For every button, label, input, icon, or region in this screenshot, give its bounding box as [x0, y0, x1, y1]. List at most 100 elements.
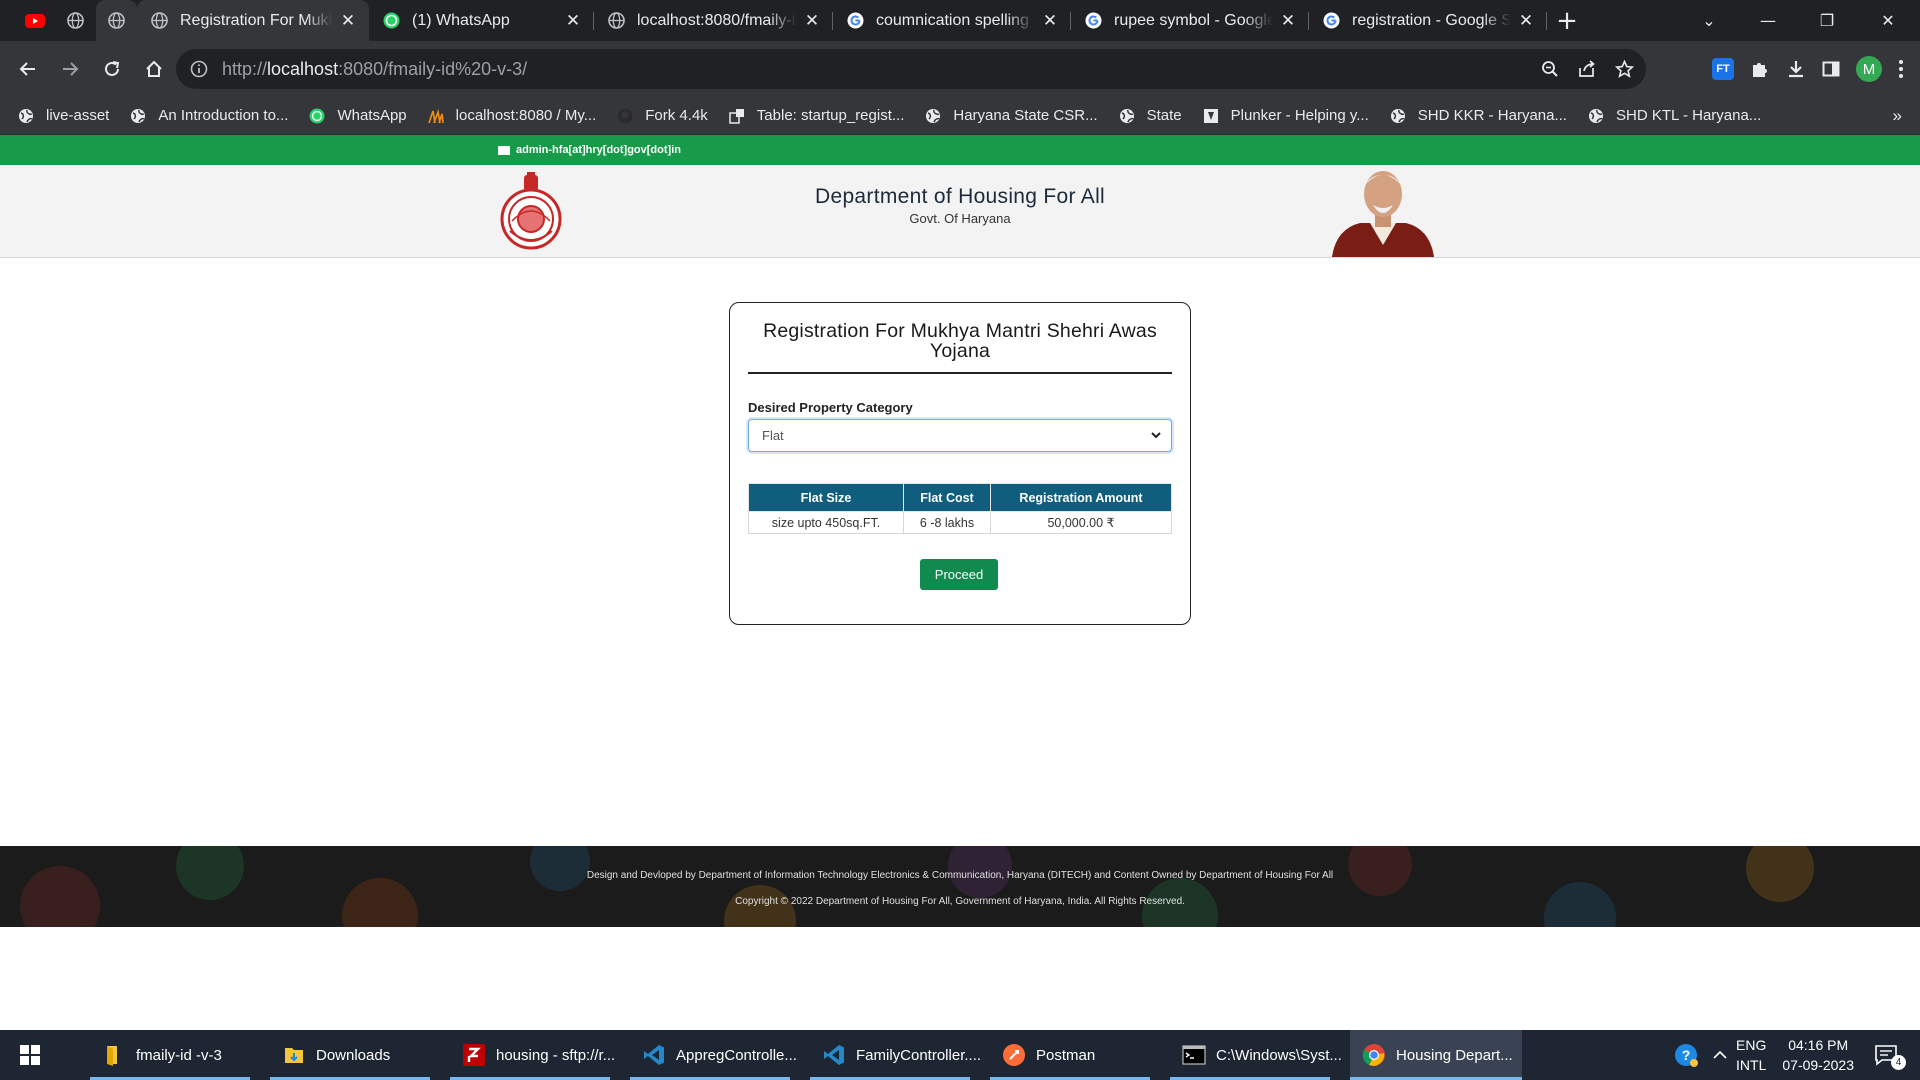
url-scheme: http://	[222, 58, 268, 79]
tab-localhost[interactable]: localhost:8080/fmaily-id%20-v-3/ ✕	[594, 0, 833, 41]
bookmarks-overflow-icon[interactable]: »	[1893, 106, 1902, 126]
bookmark-label: Table: startup_regist...	[756, 107, 905, 124]
tab-search-icon[interactable]: ⌄	[1680, 11, 1738, 30]
forward-button[interactable]	[50, 49, 90, 89]
pinned-tab-globe-active[interactable]	[96, 0, 137, 41]
download-icon[interactable]	[1786, 59, 1806, 79]
windows-taskbar: fmaily-id -v-3 Downloads housing - sftp:…	[0, 1030, 1920, 1080]
footer-copyright: Copyright © 2022 Department of Housing F…	[735, 896, 1185, 907]
help-icon[interactable]: ?	[1674, 1042, 1700, 1068]
pinned-tab-globe[interactable]	[55, 0, 96, 41]
site-footer: Design and Devloped by Department of Inf…	[0, 846, 1920, 927]
taskbar-item-cmd[interactable]: C:\Windows\Syst...	[1170, 1030, 1342, 1080]
extensions-puzzle-icon[interactable]	[1750, 59, 1770, 79]
bookmark-plunker[interactable]: Plunker - Helping y...	[1203, 107, 1369, 124]
bookmark-phpmyadmin[interactable]: localhost:8080 / My...	[427, 107, 596, 124]
language-code: ENG	[1736, 1037, 1767, 1053]
property-category-label: Desired Property Category	[748, 400, 913, 415]
input-language[interactable]: ENG INTL	[1736, 1035, 1766, 1075]
notification-center-button[interactable]: 4	[1874, 1040, 1906, 1070]
zoom-icon[interactable]	[1541, 60, 1559, 78]
whatsapp-icon	[383, 12, 400, 29]
tab-google-search-3[interactable]: registration - Google Search ✕	[1309, 0, 1547, 41]
taskbar-item-vscode-appreg[interactable]: AppregControlle...	[630, 1030, 802, 1080]
filezilla-icon	[463, 1044, 485, 1066]
side-panel-icon[interactable]	[1822, 60, 1840, 78]
globe-icon	[108, 12, 125, 29]
cmd-icon	[1182, 1045, 1206, 1065]
tab-registration[interactable]: Registration For Mukhya Mantri Shehri Aw…	[137, 0, 369, 41]
windows-logo-icon	[20, 1045, 40, 1065]
address-url[interactable]: http://localhost:8080/fmaily-id%20-v-3/	[222, 59, 527, 80]
share-icon[interactable]	[1577, 60, 1597, 78]
globe-icon	[608, 12, 625, 29]
minimize-icon[interactable]: —	[1738, 11, 1798, 30]
clock-date: 07-09-2023	[1782, 1057, 1854, 1073]
globe-icon	[1588, 108, 1603, 123]
site-info-icon[interactable]	[190, 60, 208, 78]
close-tab-icon[interactable]: ✕	[1279, 11, 1297, 31]
globe-icon	[151, 12, 168, 29]
kebab-menu-icon[interactable]	[1898, 59, 1904, 79]
bookmark-fork[interactable]: Fork 4.4k	[617, 107, 708, 124]
bookmark-whatsapp[interactable]: WhatsApp	[309, 107, 407, 124]
bookmark-label: State	[1146, 107, 1182, 124]
github-icon	[617, 108, 633, 123]
close-tab-icon[interactable]: ✕	[1517, 11, 1535, 31]
taskbar-item-label: fmaily-id -v-3	[136, 1046, 222, 1064]
bookmark-label: live-asset	[46, 107, 110, 124]
system-clock[interactable]: 04:16 PM 07-09-2023	[1782, 1035, 1854, 1075]
new-tab-button[interactable]: +	[1547, 0, 1587, 41]
tab-google-search-2[interactable]: rupee symbol - Google Search ✕	[1071, 0, 1309, 41]
reload-button[interactable]	[92, 49, 132, 89]
taskbar-item-downloads[interactable]: Downloads	[270, 1030, 442, 1080]
bookmark-label: An Introduction to...	[158, 107, 289, 124]
chevron-up-icon[interactable]	[1712, 1047, 1728, 1063]
bookmark-introduction[interactable]: An Introduction to...	[130, 107, 288, 124]
cell-flat-size: size upto 450sq.FT.	[748, 511, 904, 534]
close-tab-icon[interactable]: ✕	[1041, 11, 1059, 31]
toolbar-right-actions: FT M	[1712, 49, 1904, 89]
close-tab-icon[interactable]: ✕	[339, 11, 357, 31]
globe-icon	[1119, 108, 1134, 123]
back-arrow-icon	[19, 62, 35, 76]
bookmark-haryana-csr[interactable]: Haryana State CSR...	[925, 107, 1098, 124]
taskbar-item-label: housing - sftp://r...	[496, 1046, 616, 1064]
reload-icon	[105, 61, 120, 76]
tab-title: rupee symbol - Google Search	[1114, 11, 1273, 29]
keyboard-layout: INTL	[1736, 1057, 1767, 1073]
restore-icon[interactable]: ❐	[1798, 11, 1856, 30]
tab-google-search-1[interactable]: coumnication spelling - Google Search ✕	[833, 0, 1071, 41]
phpmyadmin-icon	[427, 108, 444, 123]
start-button[interactable]	[0, 1030, 60, 1080]
tab-whatsapp[interactable]: (1) WhatsApp ✕	[369, 0, 594, 41]
close-window-icon[interactable]: ✕	[1856, 11, 1920, 30]
vscode-icon	[824, 1045, 844, 1065]
cell-flat-cost: 6 -8 lakhs	[903, 511, 991, 534]
bookmark-live-asset[interactable]: live-asset	[18, 107, 109, 124]
address-bar[interactable]: http://localhost:8080/fmaily-id%20-v-3/	[176, 49, 1646, 89]
tab-title: (1) WhatsApp	[412, 11, 510, 29]
profile-avatar[interactable]: M	[1856, 56, 1882, 82]
bookmark-table-startup[interactable]: Table: startup_regist...	[729, 107, 905, 124]
bookmark-shd-ktl[interactable]: SHD KTL - Haryana...	[1588, 107, 1761, 124]
proceed-button[interactable]: Proceed	[920, 559, 998, 590]
taskbar-item-vscode-family[interactable]: FamilyController....	[810, 1030, 982, 1080]
close-tab-icon[interactable]: ✕	[803, 11, 821, 31]
pinned-tab-youtube[interactable]	[14, 0, 55, 41]
bookmark-state[interactable]: State	[1119, 107, 1182, 124]
bookmark-star-icon[interactable]	[1615, 60, 1634, 78]
bookmark-shd-kkr[interactable]: SHD KKR - Haryana...	[1390, 107, 1567, 124]
property-category-select[interactable]: Flat	[748, 419, 1172, 452]
home-icon	[146, 60, 162, 77]
taskbar-item-filezilla[interactable]: housing - sftp://r...	[450, 1030, 622, 1080]
extension-ft-icon[interactable]: FT	[1712, 58, 1734, 80]
close-tab-icon[interactable]: ✕	[564, 11, 582, 31]
globe-icon	[67, 12, 84, 29]
taskbar-item-chrome[interactable]: Housing Depart...	[1350, 1030, 1522, 1080]
back-button[interactable]	[8, 49, 48, 89]
home-button[interactable]	[134, 49, 174, 89]
taskbar-item-postman[interactable]: Postman	[990, 1030, 1162, 1080]
taskbar-item-label: Postman	[1036, 1046, 1096, 1064]
taskbar-item-family-folder[interactable]: fmaily-id -v-3	[90, 1030, 262, 1080]
